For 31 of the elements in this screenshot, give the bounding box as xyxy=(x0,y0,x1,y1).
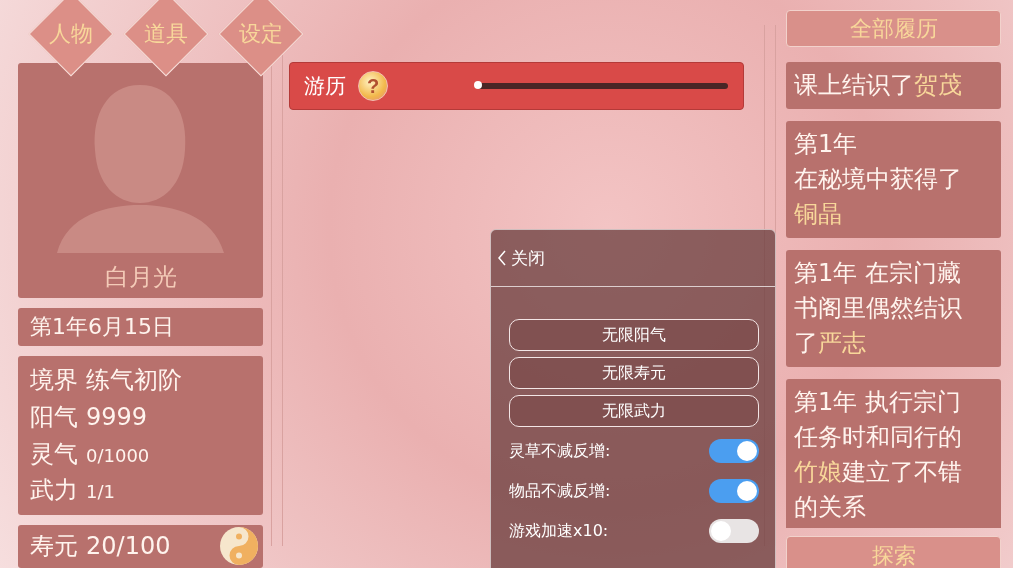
yin-yang-icon[interactable] xyxy=(219,526,259,567)
stat-label: 阳气 xyxy=(30,401,78,433)
toggle-switch[interactable] xyxy=(709,439,759,463)
toggle-switch[interactable] xyxy=(709,519,759,543)
toggle-label: 灵草不减反增: xyxy=(509,440,611,462)
stat-label: 武力 xyxy=(30,475,78,507)
stat-value: 9999 xyxy=(86,402,148,431)
stat-value: 20/100 xyxy=(86,532,171,561)
entry-text: 课上结识了贺茂 xyxy=(794,70,963,101)
help-button[interactable]: ? xyxy=(358,71,388,101)
character-name: 白月光 xyxy=(104,262,177,293)
date-label: 第1年6月15日 xyxy=(18,308,263,346)
cheat-button[interactable]: 无限寿元 xyxy=(509,357,759,389)
back-chevron-icon[interactable] xyxy=(497,250,507,266)
stat-value: 练气初阶 xyxy=(86,365,182,397)
toggle-label: 物品不减反增: xyxy=(509,480,611,502)
close-button[interactable]: 关闭 xyxy=(497,246,545,270)
cheat-button[interactable]: 无限阳气 xyxy=(509,319,759,351)
entry-text: 第1年 执行宗门任务时和同行的 竹娘建立了不错的关系 xyxy=(794,387,963,523)
stat-label: 境界 xyxy=(30,365,78,397)
stat-value: 0/1000 xyxy=(86,444,150,466)
entry-year: 第1年 xyxy=(794,129,859,160)
toggle-label: 游戏加速x10: xyxy=(509,520,609,542)
cheat-button[interactable]: 无限武力 xyxy=(509,395,759,427)
journey-label: 游历 xyxy=(304,73,346,100)
entry-text: 在秘境中获得了 铜晶 xyxy=(794,164,963,230)
stat-label: 寿元 xyxy=(30,531,78,563)
stat-value: 1/1 xyxy=(86,481,115,503)
entry-text: 第1年 在宗门藏书阁里偶然结识了严志 xyxy=(794,258,963,359)
stat-label: 灵气 xyxy=(30,438,78,470)
toggle-switch[interactable] xyxy=(709,479,759,503)
